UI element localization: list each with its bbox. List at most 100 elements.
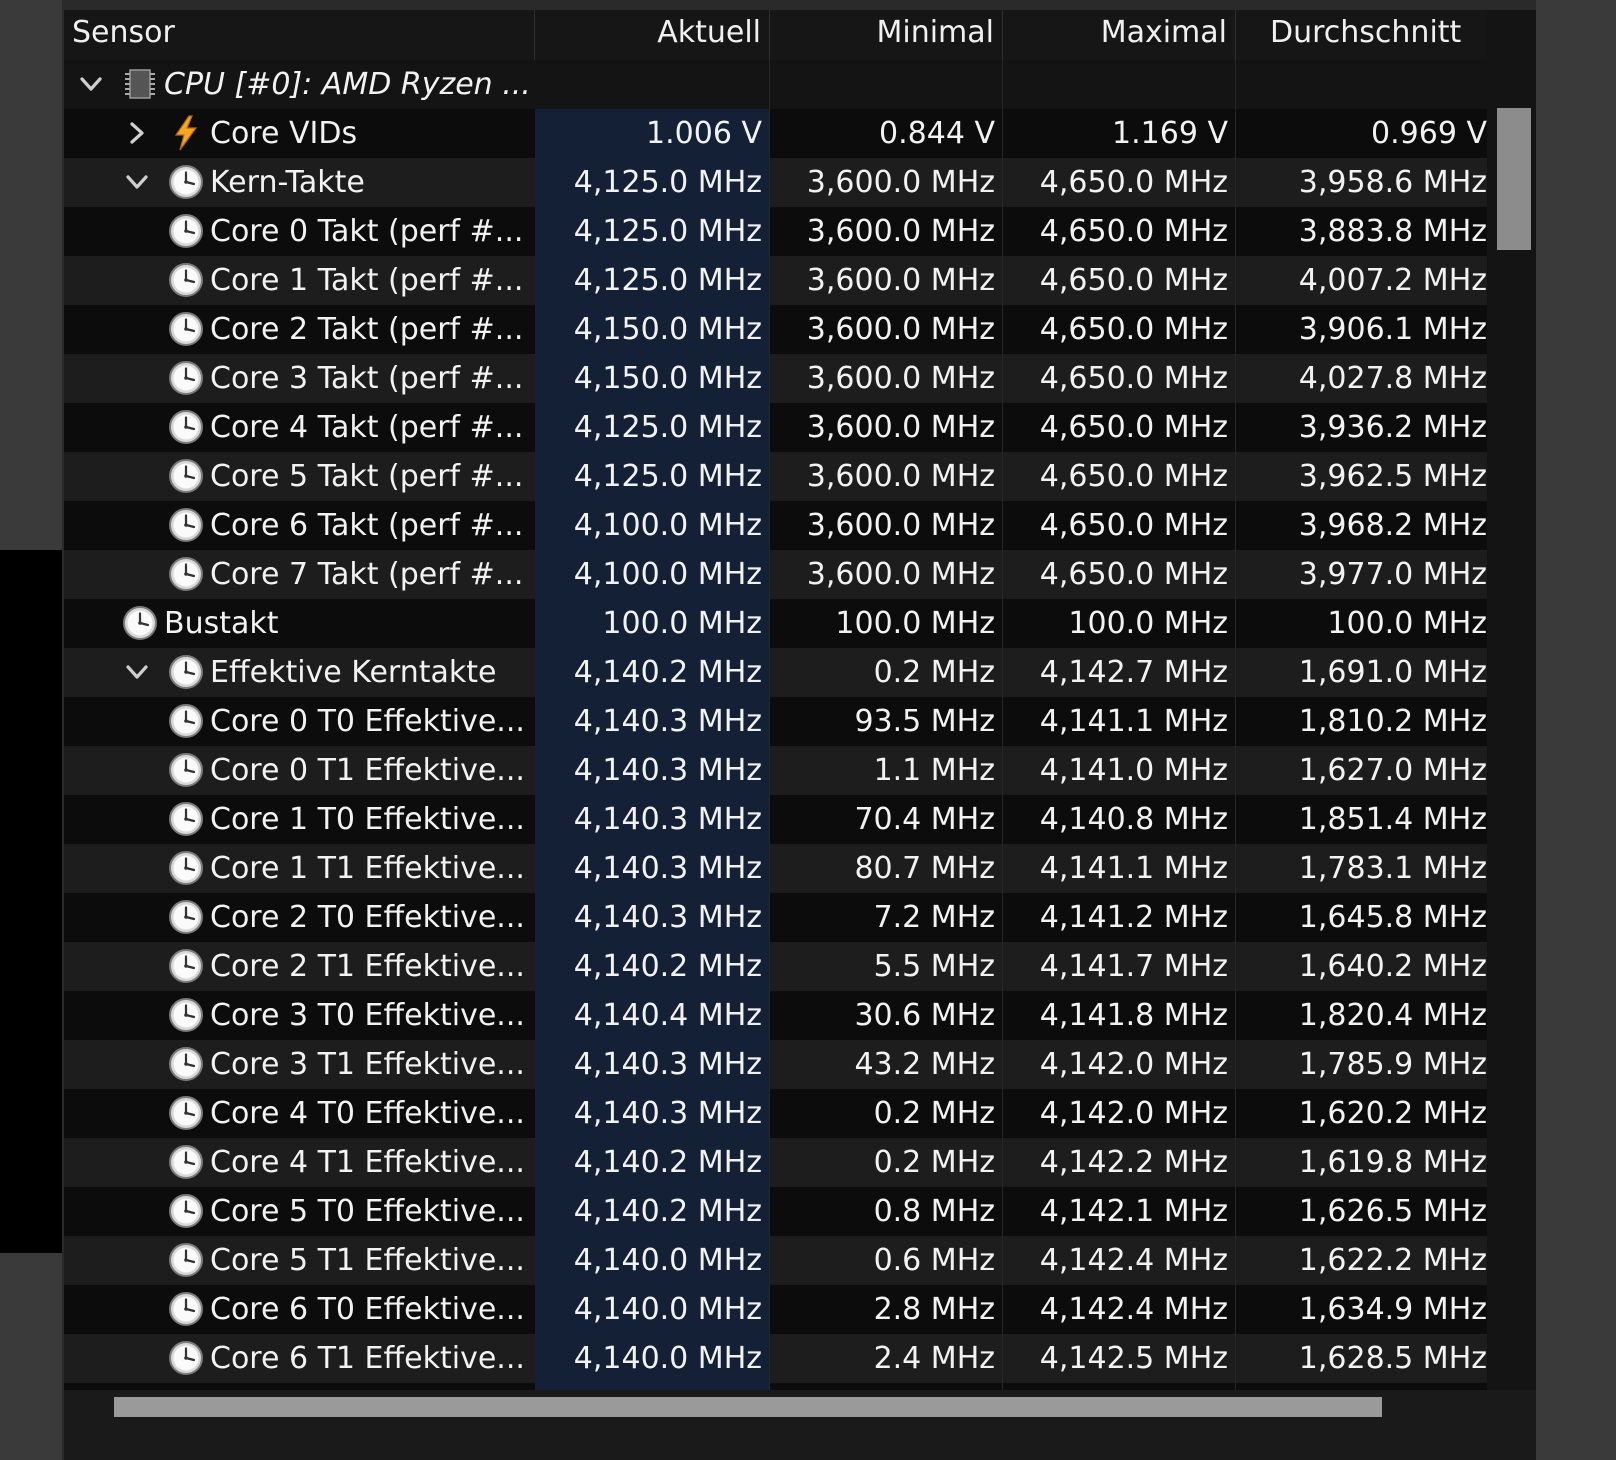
sensor-name-cell[interactable]: Kern-Takte bbox=[64, 158, 535, 207]
table-header: Sensor Aktuell Minimal Maximal Durchschn… bbox=[64, 10, 1487, 61]
sensor-label: Core 4 Takt (perf #... bbox=[210, 410, 524, 445]
current-value: 4,100.0 MHz bbox=[535, 550, 770, 599]
sensor-row[interactable]: Core 4 T0 Effektive... 4,140.3 MHz 0.2 MHz… bbox=[64, 1089, 1487, 1138]
minimum-value: 2.4 MHz bbox=[770, 1334, 1003, 1383]
maximum-value: 4,142.4 MHz bbox=[1003, 1285, 1236, 1334]
vertical-scrollbar-thumb[interactable] bbox=[1497, 108, 1531, 250]
sensor-name-cell[interactable]: Core 6 T1 Effektive... bbox=[64, 1334, 535, 1383]
sensor-row[interactable]: Core 3 Takt (perf #... 4,150.0 MHz 3,600.0… bbox=[64, 354, 1487, 403]
expand-chevron-icon[interactable] bbox=[122, 118, 152, 148]
horizontal-scrollbar-thumb[interactable] bbox=[114, 1397, 1382, 1417]
sensor-row[interactable]: Core 5 T0 Effektive... 4,140.2 MHz 0.8 MHz… bbox=[64, 1187, 1487, 1236]
sensor-name-cell[interactable]: Core VIDs bbox=[64, 109, 535, 158]
collapse-chevron-icon[interactable] bbox=[122, 657, 152, 687]
clock-icon bbox=[168, 164, 204, 200]
sensor-name-cell[interactable]: Core 7 Takt (perf #... bbox=[64, 550, 535, 599]
sensor-row[interactable]: Core VIDs 1.006 V 0.844 V 1.169 V 0.969 V bbox=[64, 109, 1487, 158]
sensor-window: Sensor Aktuell Minimal Maximal Durchschn… bbox=[62, 0, 1536, 1460]
sensor-row[interactable]: Core 6 Takt (perf #... 4,100.0 MHz 3,600.0… bbox=[64, 501, 1487, 550]
sensor-row[interactable]: Kern-Takte 4,125.0 MHz 3,600.0 MHz 4,650.0 … bbox=[64, 158, 1487, 207]
minimum-value: 0.844 V bbox=[770, 109, 1003, 158]
sensor-name-cell[interactable]: Core 3 T1 Effektive... bbox=[64, 1040, 535, 1089]
sensor-name-cell[interactable]: Core 4 T0 Effektive... bbox=[64, 1089, 535, 1138]
sensor-name-cell[interactable]: Core 1 T1 Effektive... bbox=[64, 844, 535, 893]
minimum-value: 0.8 MHz bbox=[770, 1187, 1003, 1236]
collapse-chevron-icon[interactable] bbox=[76, 69, 106, 99]
sensor-label: Core 4 T0 Effektive... bbox=[210, 1096, 525, 1131]
column-header-maximum[interactable]: Maximal bbox=[1003, 10, 1236, 60]
sensor-row[interactable]: Core 7 Takt (perf #... 4,100.0 MHz 3,600.0… bbox=[64, 550, 1487, 599]
sensor-name-cell[interactable]: Core 3 T0 Effektive... bbox=[64, 991, 535, 1040]
sensor-row[interactable]: Core 0 Takt (perf #... 4,125.0 MHz 3,600.0… bbox=[64, 207, 1487, 256]
sensor-label: Core 0 Takt (perf #... bbox=[210, 214, 524, 249]
minimum-value: 3,600.0 MHz bbox=[770, 305, 1003, 354]
sensor-name-cell[interactable]: Core 3 Takt (perf #... bbox=[64, 354, 535, 403]
current-value: 4,140.0 MHz bbox=[535, 1285, 770, 1334]
sensor-name-cell[interactable]: Core 2 T1 Effektive... bbox=[64, 942, 535, 991]
sensor-name-cell[interactable]: Core 5 T1 Effektive... bbox=[64, 1236, 535, 1285]
sensor-row[interactable]: Effektive Kerntakte 4,140.2 MHz 0.2 MHz 4,1… bbox=[64, 648, 1487, 697]
sensor-row[interactable]: Core 3 T1 Effektive... 4,140.3 MHz 43.2 MH… bbox=[64, 1040, 1487, 1089]
sensor-row[interactable]: Core 1 Takt (perf #... 4,125.0 MHz 3,600.0… bbox=[64, 256, 1487, 305]
collapse-chevron-icon[interactable] bbox=[122, 167, 152, 197]
sensor-row[interactable]: Core 5 Takt (perf #... 4,125.0 MHz 3,600.0… bbox=[64, 452, 1487, 501]
sensor-row[interactable]: Core 6 T1 Effektive... 4,140.0 MHz 2.4 MHz… bbox=[64, 1334, 1487, 1383]
horizontal-scrollbar[interactable] bbox=[64, 1390, 1536, 1460]
sensor-name-cell[interactable]: Core 6 Takt (perf #... bbox=[64, 501, 535, 550]
minimum-value: 0.6 MHz bbox=[770, 1236, 1003, 1285]
current-value: 4,140.3 MHz bbox=[535, 844, 770, 893]
sensor-row[interactable]: Core 0 T1 Effektive... 4,140.3 MHz 1.1 MHz… bbox=[64, 746, 1487, 795]
sensor-name-cell[interactable]: Core 6 T0 Effektive... bbox=[64, 1285, 535, 1334]
sensor-name-cell[interactable]: Core 5 Takt (perf #... bbox=[64, 452, 535, 501]
sensor-name-cell[interactable]: Core 4 T1 Effektive... bbox=[64, 1138, 535, 1187]
sensor-name-cell[interactable]: Core 5 T0 Effektive... bbox=[64, 1187, 535, 1236]
sensor-name-cell[interactable]: Core 1 Takt (perf #... bbox=[64, 256, 535, 305]
background-gap-left bbox=[0, 550, 62, 1253]
sensor-name-cell[interactable]: Core 0 T0 Effektive... bbox=[64, 697, 535, 746]
sensor-label: CPU [#0]: AMD Ryzen ... bbox=[164, 67, 531, 102]
sensor-name-cell[interactable]: Core 0 T1 Effektive... bbox=[64, 746, 535, 795]
minimum-value: 80.7 MHz bbox=[770, 844, 1003, 893]
sensor-row[interactable]: Core 4 T1 Effektive... 4,140.2 MHz 0.2 MHz… bbox=[64, 1138, 1487, 1187]
sensor-row[interactable]: Core 2 T1 Effektive... 4,140.2 MHz 5.5 MHz… bbox=[64, 942, 1487, 991]
sensor-name-cell[interactable]: Bustakt bbox=[64, 599, 535, 648]
sensor-row[interactable]: CPU [#0]: AMD Ryzen ... bbox=[64, 60, 1487, 109]
current-value: 4,140.3 MHz bbox=[535, 795, 770, 844]
maximum-value: 4,142.5 MHz bbox=[1003, 1334, 1236, 1383]
sensor-name-cell[interactable]: Core 2 Takt (perf #... bbox=[64, 305, 535, 354]
maximum-value: 4,142.2 MHz bbox=[1003, 1138, 1236, 1187]
sensor-row[interactable]: Core 0 T0 Effektive... 4,140.3 MHz 93.5 MH… bbox=[64, 697, 1487, 746]
column-header-average[interactable]: Durchschnitt bbox=[1236, 10, 1487, 60]
sensor-row[interactable]: Core 6 T0 Effektive... 4,140.0 MHz 2.8 MHz… bbox=[64, 1285, 1487, 1334]
sensor-name-cell[interactable]: Core 4 Takt (perf #... bbox=[64, 403, 535, 452]
sensor-name-cell[interactable]: Core 0 Takt (perf #... bbox=[64, 207, 535, 256]
sensor-name-cell[interactable]: Core 2 T0 Effektive... bbox=[64, 893, 535, 942]
sensor-tree-table: CPU [#0]: AMD Ryzen ... Core VIDs 1.006 V0… bbox=[64, 60, 1487, 1432]
sensor-row[interactable]: Core 2 T0 Effektive... 4,140.3 MHz 7.2 MHz… bbox=[64, 893, 1487, 942]
sensor-label: Effektive Kerntakte bbox=[210, 655, 497, 690]
vertical-scrollbar[interactable] bbox=[1487, 60, 1536, 1400]
clock-icon bbox=[168, 1046, 204, 1082]
sensor-name-cell[interactable]: Effektive Kerntakte bbox=[64, 648, 535, 697]
sensor-row[interactable]: Core 1 T1 Effektive... 4,140.3 MHz 80.7 MH… bbox=[64, 844, 1487, 893]
sensor-name-cell[interactable]: CPU [#0]: AMD Ryzen ... bbox=[64, 60, 535, 109]
maximum-value: 4,141.2 MHz bbox=[1003, 893, 1236, 942]
sensor-row[interactable]: Bustakt 100.0 MHz 100.0 MHz 100.0 MHz 100.0 … bbox=[64, 599, 1487, 648]
sensor-row[interactable]: Core 2 Takt (perf #... 4,150.0 MHz 3,600.0… bbox=[64, 305, 1487, 354]
clock-icon bbox=[168, 1193, 204, 1229]
column-header-current[interactable]: Aktuell bbox=[535, 10, 770, 60]
sensor-row[interactable]: Core 4 Takt (perf #... 4,125.0 MHz 3,600.0… bbox=[64, 403, 1487, 452]
sensor-name-cell[interactable]: Core 1 T0 Effektive... bbox=[64, 795, 535, 844]
column-header-minimum[interactable]: Minimal bbox=[770, 10, 1003, 60]
average-value: 1,785.9 MHz bbox=[1236, 1040, 1487, 1089]
maximum-value: 4,650.0 MHz bbox=[1003, 256, 1236, 305]
sensor-row[interactable]: Core 3 T0 Effektive... 4,140.4 MHz 30.6 MH… bbox=[64, 991, 1487, 1040]
average-value: 3,936.2 MHz bbox=[1236, 403, 1487, 452]
current-value: 4,125.0 MHz bbox=[535, 452, 770, 501]
clock-icon bbox=[168, 1144, 204, 1180]
sensor-row[interactable]: Core 1 T0 Effektive... 4,140.3 MHz 70.4 MH… bbox=[64, 795, 1487, 844]
sensor-row[interactable]: Core 5 T1 Effektive... 4,140.0 MHz 0.6 MHz… bbox=[64, 1236, 1487, 1285]
average-value: 1,810.2 MHz bbox=[1236, 697, 1487, 746]
average-value: 1,619.8 MHz bbox=[1236, 1138, 1487, 1187]
column-header-sensor[interactable]: Sensor bbox=[64, 10, 535, 60]
